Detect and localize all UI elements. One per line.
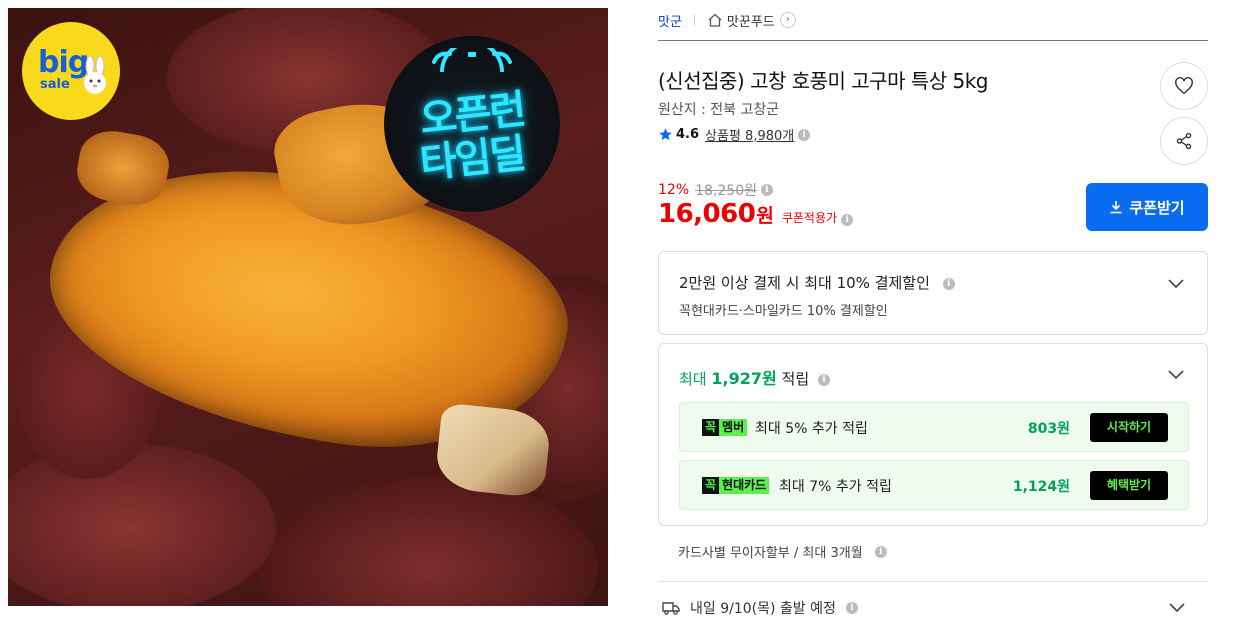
- product-image[interactable]: big sale 오픈런 타임딜: [8, 8, 608, 606]
- chevron-right-icon: ›: [779, 12, 796, 28]
- card-discount-box[interactable]: 2만원 이상 결제 시 최대 10% 결제할인 i 꼭현대카드·스마일카드 10…: [658, 251, 1208, 335]
- divider: [658, 40, 1208, 41]
- original-price: 18,250원: [695, 183, 757, 199]
- info-icon[interactable]: i: [942, 277, 955, 290]
- breadcrumb-category[interactable]: 맛군: [658, 11, 682, 30]
- hyundai-card-tag: 꼭 현대카드: [702, 477, 770, 494]
- bunny-icon: [84, 56, 106, 94]
- product-title: (신선집중) 고창 호풍미 고구마 특상 5kg: [658, 69, 989, 93]
- coupon-button-label: 쿠폰받기: [1129, 198, 1185, 217]
- rating-summary: 4.6 상품평 8,980개 i: [658, 125, 811, 144]
- get-coupon-button[interactable]: 쿠폰받기: [1086, 183, 1208, 231]
- download-icon: [1110, 201, 1122, 214]
- info-icon[interactable]: i: [817, 373, 830, 386]
- chevron-down-icon[interactable]: [1167, 365, 1185, 383]
- reward-description: 최대 7% 추가 적립: [779, 479, 892, 495]
- discount-rate: 12%: [658, 182, 690, 198]
- open-run-timedeal-badge: 오픈런 타임딜: [384, 36, 560, 212]
- home-icon: [708, 13, 722, 27]
- points-headline: 최대 1,927원 적립 i: [679, 365, 830, 389]
- badge-sale-text: sale: [40, 77, 70, 92]
- info-icon[interactable]: i: [841, 214, 854, 226]
- timedeal-line-2: 타임딜: [417, 130, 527, 188]
- coupon-price-note: 쿠폰적용가: [781, 211, 838, 225]
- reward-row-hyundai-card: 꼭 현대카드 최대 7% 추가 적립 1,124원 혜택받기: [679, 460, 1189, 510]
- reward-description: 최대 5% 추가 적립: [755, 421, 868, 437]
- star-icon: [659, 128, 672, 141]
- divider: [658, 581, 1208, 582]
- breadcrumb: 맛군 맛꾼푸드 ›: [658, 10, 796, 30]
- price-unit: 원: [756, 205, 774, 227]
- chevron-down-icon[interactable]: [1167, 274, 1185, 292]
- points-box: 최대 1,927원 적립 i 꼭 멤버 최대 5% 추가 적립 803원 시작하기…: [658, 343, 1208, 526]
- discount-info: 12% 18,250원 i: [658, 180, 773, 200]
- reward-amount: 1,124원: [1012, 479, 1070, 495]
- card-discount-headline: 2만원 이상 결제 시 최대 10% 결제할인 i: [679, 272, 955, 293]
- store-link[interactable]: 맛꾼푸드 ›: [707, 11, 796, 30]
- shipping-text: 내일 9/10(목) 출발 예정: [690, 601, 836, 617]
- wishlist-button[interactable]: [1160, 62, 1208, 110]
- info-icon[interactable]: i: [874, 545, 887, 558]
- sale-price: 16,060: [658, 199, 756, 229]
- truck-icon: [662, 602, 680, 615]
- share-button[interactable]: [1160, 117, 1208, 165]
- member-tag: 꼭 멤버: [702, 419, 748, 436]
- review-count-link[interactable]: 상품평 8,980개: [705, 125, 794, 144]
- info-icon[interactable]: i: [761, 184, 773, 196]
- breadcrumb-divider: [693, 14, 695, 26]
- chevron-down-icon[interactable]: [1168, 598, 1186, 616]
- reward-row-member: 꼭 멤버 최대 5% 추가 적립 803원 시작하기: [679, 402, 1189, 452]
- card-discount-detail: 꼭현대카드·스마일카드 10% 결제할인: [679, 304, 888, 319]
- start-membership-button[interactable]: 시작하기: [1090, 413, 1168, 442]
- store-name: 맛꾼푸드: [726, 14, 775, 30]
- share-icon: [1176, 132, 1192, 150]
- product-origin: 원산지 : 전북 고창군: [658, 102, 780, 118]
- info-icon[interactable]: i: [845, 602, 858, 614]
- heart-icon: [1175, 77, 1193, 95]
- sweet-potato-chunk: [433, 402, 553, 499]
- product-page: big sale 오픈런 타임딜 맛군 맛꾼푸드 › (신선집중) 고창 호풍미…: [0, 0, 1237, 623]
- info-icon[interactable]: i: [798, 128, 811, 141]
- reward-amount: 803원: [1027, 421, 1070, 437]
- installment-info: 카드사별 무이자할부 / 최대 3개월 i: [678, 542, 887, 561]
- big-sale-badge: big sale: [22, 22, 120, 120]
- shipping-info[interactable]: 내일 9/10(목) 출발 예정 i: [662, 598, 858, 618]
- alarm-clock-icon: [432, 48, 512, 73]
- sale-price-row: 16,060 원 쿠폰적용가 i: [658, 199, 854, 229]
- get-benefit-button[interactable]: 혜택받기: [1090, 471, 1168, 500]
- rating-score: 4.6: [676, 127, 700, 142]
